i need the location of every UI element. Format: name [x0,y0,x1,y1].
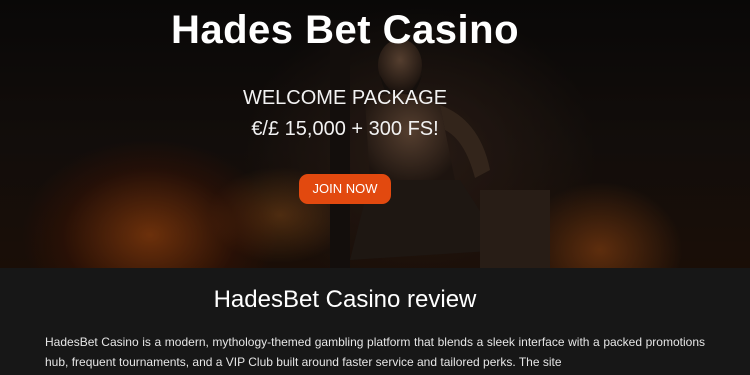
welcome-package-label: WELCOME PACKAGE [242,87,448,109]
hero-banner: Hades Bet Casino WELCOME PACKAGE €/£ 15,… [0,0,750,268]
review-heading: HadesBet Casino review [213,286,477,313]
bonus-amount-text: €/£ 15,000 + 300 FS! [251,118,439,140]
review-section: HadesBet Casino review HadesBet Casino i… [0,268,750,375]
review-paragraph: HadesBet Casino is a modern, mythology-t… [45,335,705,369]
join-now-button[interactable]: JOIN NOW [299,174,391,204]
page-title: Hades Bet Casino [170,8,520,52]
